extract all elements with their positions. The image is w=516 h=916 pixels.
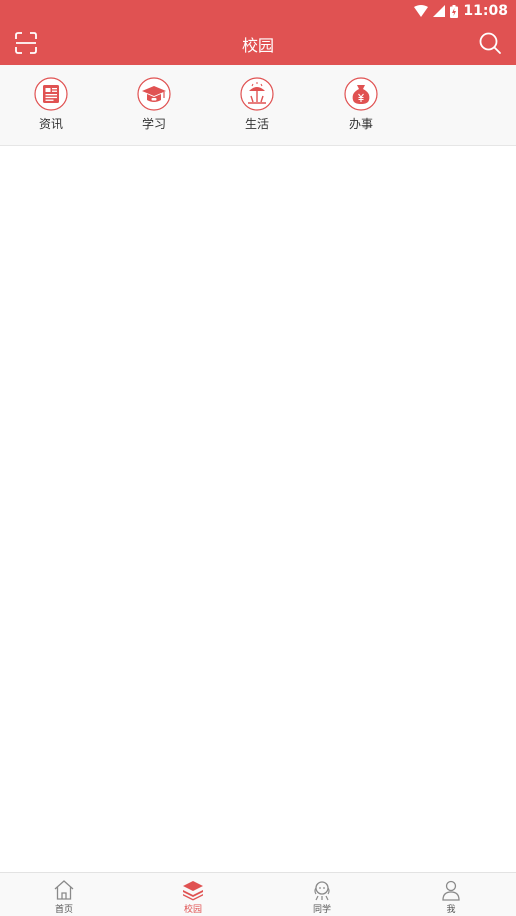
battery-icon (450, 4, 459, 18)
tab-home[interactable]: 首页 (34, 879, 94, 915)
tab-label: 同学 (312, 905, 331, 915)
tab-classmates[interactable]: 同学 (292, 879, 352, 915)
category-bar: 资讯 学习 生活 办事 (0, 65, 516, 146)
search-icon[interactable] (478, 31, 502, 55)
category-label: 生活 (244, 117, 269, 131)
tab-label: 首页 (54, 905, 73, 915)
category-study[interactable]: 学习 (124, 77, 184, 135)
money-bag-icon (344, 77, 378, 111)
app-screen: 11:08 校园 资讯 学习 生活 办事 首页 校园 同学 我 (0, 0, 516, 916)
tab-campus[interactable]: 校园 (163, 879, 223, 915)
signal-icon (433, 5, 446, 17)
category-life[interactable]: 生活 (227, 77, 287, 135)
category-affairs[interactable]: 办事 (331, 77, 391, 135)
person-icon (442, 880, 460, 901)
status-bar: 11:08 (0, 0, 516, 22)
content-area (0, 146, 516, 872)
tab-label: 我 (446, 905, 456, 915)
layers-icon (183, 881, 203, 901)
status-time: 11:08 (463, 3, 508, 19)
status-icons: 11:08 (414, 2, 508, 20)
page-title: 校园 (241, 36, 274, 55)
tab-label: 校园 (183, 905, 202, 915)
wifi-icon (414, 5, 429, 17)
top-bar: 校园 (0, 22, 516, 65)
category-label: 学习 (141, 117, 166, 131)
umbrella-beach-icon (240, 77, 274, 111)
category-news[interactable]: 资讯 (21, 77, 81, 135)
bottom-tab-bar: 首页 校园 同学 我 (0, 872, 516, 916)
category-label: 办事 (348, 117, 373, 131)
newspaper-icon (34, 77, 68, 111)
home-icon (54, 880, 74, 900)
classmates-icon (314, 881, 330, 901)
graduation-cap-icon (137, 77, 171, 111)
category-label: 资讯 (38, 117, 63, 131)
tab-me[interactable]: 我 (421, 879, 481, 915)
